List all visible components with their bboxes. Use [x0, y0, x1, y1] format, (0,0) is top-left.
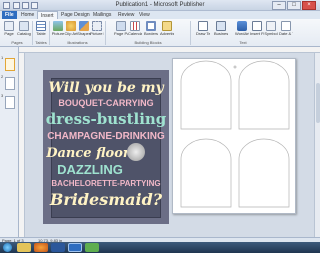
disco-ball-icon	[127, 143, 145, 161]
poster-line: BOUQUET-CARRYING	[58, 98, 154, 108]
ribbon: Page Catalog Pages Table Picture Clip Ar…	[0, 19, 320, 47]
arch-shape	[180, 60, 232, 130]
page-navigation-pane: 1 2 3	[0, 47, 19, 237]
date-time-button[interactable]: Date & Time	[279, 21, 293, 36]
close-button[interactable]: ×	[302, 1, 316, 10]
clip-art-icon	[66, 21, 76, 31]
picture-icon	[53, 21, 63, 31]
arch-shape	[238, 138, 290, 208]
omega-icon	[266, 21, 276, 31]
calendar-icon	[130, 21, 140, 31]
arch-shapes	[180, 60, 290, 208]
poster-line: CHAMPAGNE-DRINKING	[47, 131, 165, 142]
redo-icon[interactable]	[31, 2, 38, 9]
tab-file[interactable]: File	[2, 11, 17, 19]
window-title: Publication1 - Microsoft Publisher	[115, 2, 205, 8]
bridesmaid-poster-image[interactable]: Will you be my BOUQUET-CARRYING dress-bu…	[43, 70, 169, 224]
tab-review[interactable]: Review	[115, 11, 137, 19]
firefox-icon[interactable]	[34, 243, 48, 252]
picture-button[interactable]: Picture	[51, 21, 65, 36]
business-information-button[interactable]: Business Information	[214, 21, 228, 36]
page-number: 3	[1, 93, 4, 98]
poster-line: Will you be my	[48, 80, 164, 96]
ribbon-tabs: File Home Insert Page Design Mailings Re…	[0, 11, 320, 19]
group-building-blocks: Building Blocks	[134, 40, 162, 45]
business-card-icon	[216, 21, 226, 31]
start-button-icon[interactable]	[3, 243, 12, 252]
shapes-icon	[79, 21, 89, 31]
calendars-button[interactable]: Calendars	[128, 21, 142, 36]
borders-icon	[146, 21, 156, 31]
page-button[interactable]: Page	[2, 21, 16, 36]
page-parts-button[interactable]: Page Parts	[114, 21, 128, 36]
publisher-app-icon	[3, 2, 10, 9]
tab-home[interactable]: Home	[18, 11, 37, 19]
scrollbar-thumb[interactable]	[316, 83, 320, 123]
picture-placeholder-icon	[92, 21, 102, 31]
clock-icon	[281, 21, 291, 31]
group-text: Text	[239, 40, 247, 45]
group-illustrations: Illustrations	[67, 40, 88, 45]
advertisements-button[interactable]: Advertisements	[160, 21, 174, 36]
poster-line: BACHELORETTE-PARTYING	[51, 179, 161, 188]
undo-icon[interactable]	[22, 2, 29, 9]
title-bar: Publication1 - Microsoft Publisher – □ ×	[0, 0, 320, 11]
taskbar	[0, 242, 320, 253]
catalog-pages-button[interactable]: Catalog Pages	[17, 21, 31, 36]
table-button[interactable]: Table	[34, 21, 48, 36]
arch-shape	[238, 60, 290, 130]
group-pages: Pages	[11, 40, 23, 45]
advertisements-icon	[162, 21, 172, 31]
page-number: 2	[1, 74, 4, 79]
page-thumbnail[interactable]	[5, 96, 15, 109]
borders-accents-button[interactable]: Borders & Accents	[144, 21, 158, 36]
page-parts-icon	[116, 21, 126, 31]
catalog-pages-icon	[19, 21, 29, 31]
poster-line: DAZZLING	[57, 162, 123, 177]
save-icon[interactable]	[13, 2, 20, 9]
draw-text-box-button[interactable]: Draw Text Box	[196, 21, 210, 36]
file-explorer-icon[interactable]	[17, 243, 31, 252]
insert-file-button[interactable]: Insert File	[250, 21, 264, 36]
poster-line: dress-bustling	[45, 110, 167, 128]
file-icon	[252, 21, 262, 31]
group-tables: Tables	[35, 40, 47, 45]
wordart-icon	[237, 21, 247, 31]
minimize-button[interactable]: –	[272, 1, 286, 10]
vertical-scrollbar[interactable]	[314, 53, 320, 237]
word-icon[interactable]	[51, 243, 65, 252]
arch-shape	[180, 138, 232, 208]
page-icon	[4, 21, 14, 31]
page-number: 1	[1, 55, 4, 60]
table-icon	[36, 21, 46, 31]
tab-view[interactable]: View	[136, 11, 153, 19]
clip-art-button[interactable]: Clip Art	[64, 21, 78, 36]
page-thumbnail[interactable]	[5, 58, 15, 71]
image-viewer-icon[interactable]	[85, 243, 99, 252]
poster-line: Bridesmaid?	[49, 190, 163, 209]
tab-page-design[interactable]: Page Design	[58, 11, 93, 19]
shapes-button[interactable]: Shapes	[77, 21, 91, 36]
maximize-button[interactable]: □	[287, 1, 301, 10]
publisher-taskbar-icon[interactable]	[68, 243, 82, 252]
tab-insert[interactable]: Insert	[37, 11, 58, 19]
wordart-button[interactable]: WordArt	[235, 21, 249, 36]
page-thumbnail[interactable]	[5, 77, 15, 90]
text-box-icon	[198, 21, 208, 31]
picture-placeholder-button[interactable]: Picture Placeholder	[90, 21, 104, 36]
tab-mailings[interactable]: Mailings	[90, 11, 114, 19]
publication-page[interactable]	[172, 58, 296, 214]
symbol-button[interactable]: Symbol	[264, 21, 278, 36]
